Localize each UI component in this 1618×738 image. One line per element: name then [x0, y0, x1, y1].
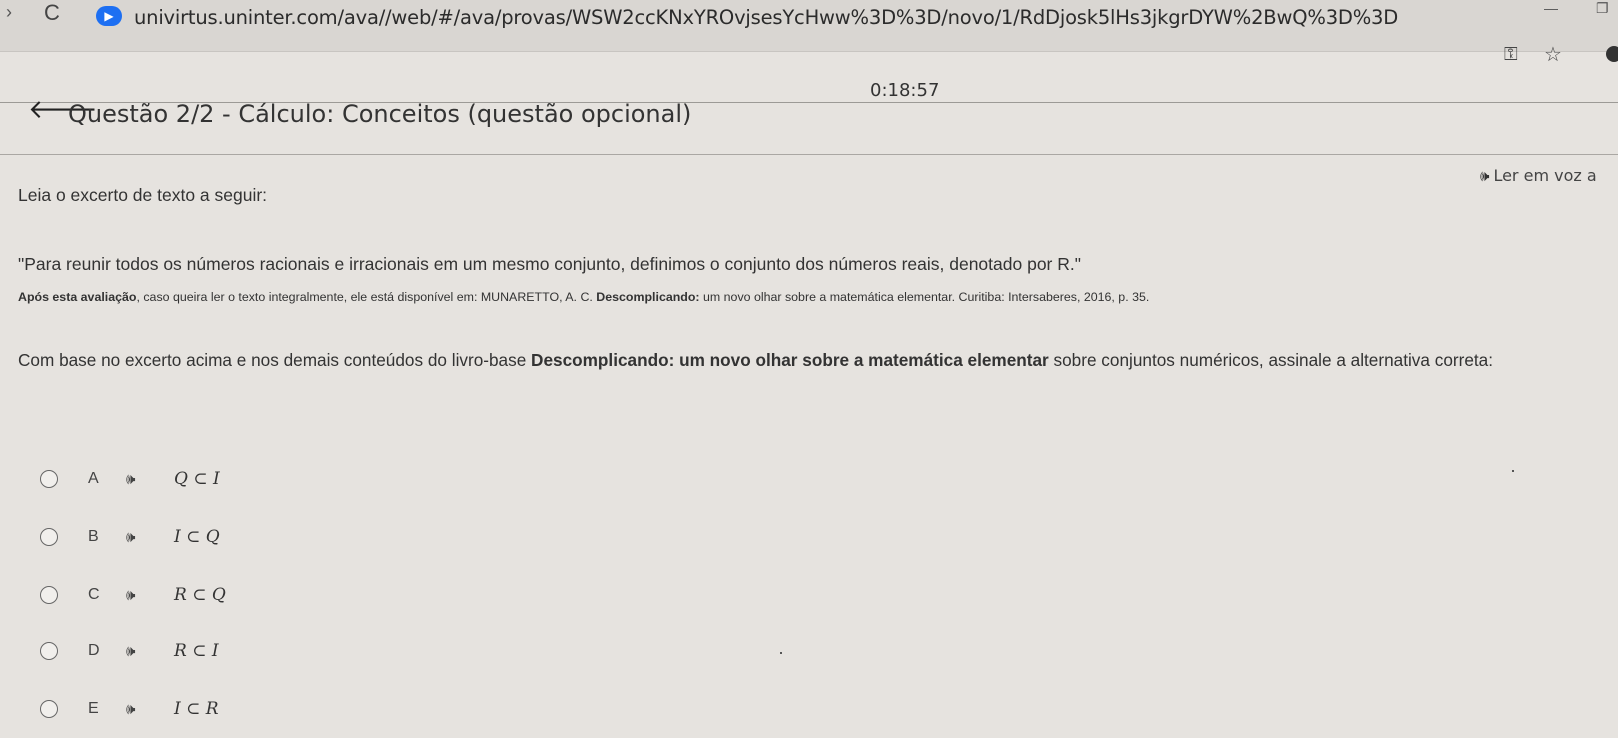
- speaker-icon: 🕪: [1480, 167, 1490, 185]
- prompt-start: Com base no excerto acima e nos demais c…: [18, 350, 532, 370]
- minimize-icon[interactable]: —: [1544, 0, 1558, 16]
- option-b-letter: B: [88, 528, 99, 545]
- bookmark-star-icon[interactable]: ☆: [1544, 42, 1562, 67]
- option-d-radio[interactable]: [40, 642, 58, 660]
- option-e-radio[interactable]: [40, 700, 58, 718]
- reload-icon[interactable]: C: [44, 0, 60, 26]
- read-aloud-label: Ler em voz a: [1493, 166, 1597, 185]
- question-citation: Após esta avaliação, caso queira ler o t…: [18, 290, 1149, 304]
- question-prompt: Com base no excerto acima e nos demais c…: [18, 350, 1493, 371]
- option-e[interactable]: E 🕪 I ⊂ R: [36, 694, 436, 724]
- option-a-speaker-icon[interactable]: 🕪: [126, 471, 135, 488]
- citation-bold: Após esta avaliação: [18, 290, 137, 304]
- option-d-formula: R ⊂ I: [174, 641, 219, 661]
- option-e-letter: E: [88, 700, 99, 717]
- option-a-letter: A: [88, 470, 99, 487]
- option-b-speaker-icon[interactable]: 🕪: [126, 529, 135, 546]
- stray-dot: [780, 652, 782, 654]
- question-quote: "Para reunir todos os números racionais …: [18, 254, 1081, 274]
- citation-mid: , caso queira ler o texto integralmente,…: [136, 290, 597, 304]
- restore-icon[interactable]: ❐: [1596, 0, 1609, 17]
- option-d-letter: D: [88, 642, 100, 659]
- read-aloud-button[interactable]: 🕪 Ler em voz a: [1480, 166, 1597, 185]
- page-title: Questão 2/2 - Cálculo: Conceitos (questã…: [68, 100, 692, 128]
- browser-toolbar: › C ▶ univirtus.uninter.com/ava//web/#/a…: [0, 0, 1618, 52]
- option-b[interactable]: B 🕪 I ⊂ Q: [36, 522, 436, 552]
- profile-avatar[interactable]: [1606, 46, 1618, 62]
- title-divider: [0, 154, 1618, 155]
- citation-rest: um novo olhar sobre a matemática element…: [699, 290, 1150, 304]
- option-d-speaker-icon[interactable]: 🕪: [126, 643, 135, 660]
- option-a-formula: Q ⊂ I: [174, 469, 220, 489]
- citation-book: Descomplicando:: [596, 290, 700, 304]
- option-b-formula: I ⊂ Q: [174, 527, 220, 547]
- option-c-formula: R ⊂ Q: [174, 585, 226, 605]
- option-e-formula: I ⊂ R: [174, 699, 219, 719]
- option-c-radio[interactable]: [40, 586, 58, 604]
- exam-timer: 0:18:57: [870, 80, 940, 101]
- option-c[interactable]: C 🕪 R ⊂ Q: [36, 580, 436, 610]
- forward-icon[interactable]: ›: [6, 2, 12, 23]
- question-intro: Leia o excerto de texto a seguir:: [18, 185, 268, 205]
- option-c-speaker-icon[interactable]: 🕪: [126, 587, 135, 604]
- prompt-end: sobre conjuntos numéricos, assinale a al…: [1048, 350, 1493, 370]
- address-bar[interactable]: univirtus.uninter.com/ava//web/#/ava/pro…: [134, 6, 1398, 29]
- option-b-radio[interactable]: [40, 528, 58, 546]
- prompt-book: Descomplicando: um novo olhar sobre a ma…: [531, 350, 1049, 370]
- stray-dot: [1512, 470, 1514, 472]
- option-e-speaker-icon[interactable]: 🕪: [126, 701, 135, 718]
- option-d[interactable]: D 🕪 R ⊂ I: [36, 636, 436, 666]
- option-a[interactable]: A 🕪 Q ⊂ I: [36, 464, 436, 494]
- option-a-radio[interactable]: [40, 470, 58, 488]
- password-key-icon[interactable]: ⚿: [1504, 44, 1518, 65]
- site-info-icon[interactable]: ▶: [96, 6, 122, 26]
- option-c-letter: C: [88, 586, 100, 603]
